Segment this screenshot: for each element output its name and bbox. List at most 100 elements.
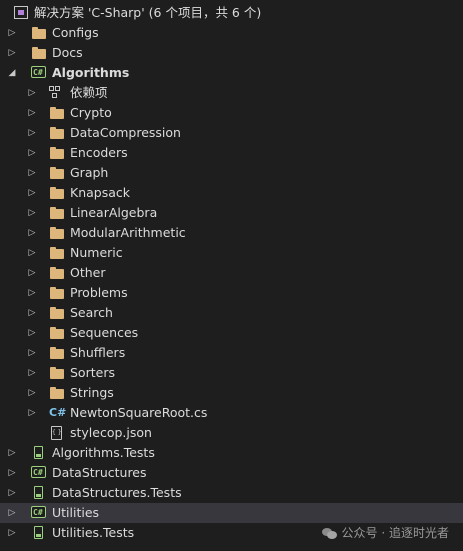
tree-item-label: Docs bbox=[52, 45, 83, 60]
solution-icon bbox=[14, 6, 28, 19]
tree-item-algorithms-tests[interactable]: ▷ Algorithms.Tests bbox=[0, 443, 463, 463]
chevron-right-icon[interactable]: ▷ bbox=[26, 303, 38, 323]
folder-icon bbox=[49, 226, 65, 240]
folder-icon bbox=[49, 286, 65, 300]
tree-item-label: Algorithms bbox=[52, 65, 130, 80]
watermark-text: 公众号 · 追逐时光者 bbox=[341, 526, 449, 540]
chevron-right-icon[interactable]: ▷ bbox=[6, 523, 18, 543]
json-file-icon: { } bbox=[51, 426, 62, 440]
chevron-right-icon[interactable]: ▷ bbox=[26, 403, 38, 423]
chevron-right-icon[interactable]: ▷ bbox=[26, 363, 38, 383]
tree-item-encoders[interactable]: ▷ Encoders bbox=[0, 143, 463, 163]
folder-icon bbox=[49, 146, 65, 160]
folder-icon bbox=[31, 26, 47, 40]
tree-item-other[interactable]: ▷ Other bbox=[0, 263, 463, 283]
folder-icon bbox=[31, 46, 47, 60]
tree-item-strings[interactable]: ▷ Strings bbox=[0, 383, 463, 403]
tree-item-modulararithmetic[interactable]: ▷ ModularArithmetic bbox=[0, 223, 463, 243]
dependencies-icon bbox=[49, 86, 65, 100]
chevron-right-icon[interactable]: ▷ bbox=[26, 343, 38, 363]
chevron-right-icon[interactable]: ▷ bbox=[26, 203, 38, 223]
chevron-right-icon[interactable]: ▷ bbox=[6, 23, 18, 43]
chevron-right-icon[interactable]: ▷ bbox=[6, 483, 18, 503]
tree-item-shufflers[interactable]: ▷ Shufflers bbox=[0, 343, 463, 363]
chevron-right-icon[interactable]: ▷ bbox=[26, 103, 38, 123]
tree-item-label: Encoders bbox=[70, 145, 128, 160]
chevron-right-icon[interactable]: ▷ bbox=[26, 263, 38, 283]
chevron-right-icon[interactable]: ▷ bbox=[26, 143, 38, 163]
tree-item-label: Problems bbox=[70, 285, 128, 300]
tree-item-label: Shufflers bbox=[70, 345, 126, 360]
tree-item-label: Sequences bbox=[70, 325, 139, 340]
tree-item-label: Crypto bbox=[70, 105, 112, 120]
tree-item-datastructures-tests[interactable]: ▷ DataStructures.Tests bbox=[0, 483, 463, 503]
tree-item-label: DataStructures.Tests bbox=[52, 485, 182, 500]
tree-item-newtonsquareroot[interactable]: ▷ C# NewtonSquareRoot.cs bbox=[0, 403, 463, 423]
tree-item-graph[interactable]: ▷ Graph bbox=[0, 163, 463, 183]
folder-icon bbox=[49, 206, 65, 220]
folder-icon bbox=[49, 186, 65, 200]
tree-item-datastructures[interactable]: ▷ C# DataStructures bbox=[0, 463, 463, 483]
solution-label: 解决方案 'C-Sharp' (6 个项目，共 6 个) bbox=[34, 5, 262, 20]
chevron-right-icon[interactable]: ▷ bbox=[26, 83, 38, 103]
folder-icon bbox=[49, 166, 65, 180]
tree-item-label: Other bbox=[70, 265, 106, 280]
chevron-right-icon[interactable]: ▷ bbox=[26, 383, 38, 403]
chevron-right-icon[interactable]: ▷ bbox=[26, 123, 38, 143]
tree-item-problems[interactable]: ▷ Problems bbox=[0, 283, 463, 303]
chevron-right-icon[interactable]: ▷ bbox=[6, 463, 18, 483]
folder-icon bbox=[49, 346, 65, 360]
chevron-right-icon[interactable]: ▷ bbox=[26, 243, 38, 263]
tree-item-sequences[interactable]: ▷ Sequences bbox=[0, 323, 463, 343]
tree-item-label: Algorithms.Tests bbox=[52, 445, 155, 460]
tree-item-label: Strings bbox=[70, 385, 114, 400]
test-project-icon bbox=[31, 526, 47, 540]
folder-icon bbox=[49, 246, 65, 260]
tree-item-label: DataStructures bbox=[52, 465, 147, 480]
folder-icon bbox=[49, 326, 65, 340]
csharp-project-icon: C# bbox=[31, 466, 46, 478]
tree-item-crypto[interactable]: ▷ Crypto bbox=[0, 103, 463, 123]
chevron-right-icon[interactable]: ▷ bbox=[26, 223, 38, 243]
tree-item-label: Graph bbox=[70, 165, 109, 180]
tree-item-search[interactable]: ▷ Search bbox=[0, 303, 463, 323]
tree-item-configs[interactable]: ▷ Configs bbox=[0, 23, 463, 43]
chevron-right-icon[interactable]: ▷ bbox=[6, 43, 18, 63]
tree-item-docs[interactable]: ▷ Docs bbox=[0, 43, 463, 63]
wechat-icon bbox=[321, 527, 338, 541]
tree-item-numeric[interactable]: ▷ Numeric bbox=[0, 243, 463, 263]
test-project-icon bbox=[31, 486, 47, 500]
tree-item-knapsack[interactable]: ▷ Knapsack bbox=[0, 183, 463, 203]
tree-item-label: 依赖项 bbox=[70, 85, 108, 100]
tree-item-stylecop[interactable]: { } stylecop.json bbox=[0, 423, 463, 443]
chevron-right-icon[interactable]: ▷ bbox=[6, 443, 18, 463]
solution-node[interactable]: 解决方案 'C-Sharp' (6 个项目，共 6 个) bbox=[0, 3, 463, 23]
tree-item-label: DataCompression bbox=[70, 125, 181, 140]
tree-item-linearalgebra[interactable]: ▷ LinearAlgebra bbox=[0, 203, 463, 223]
tree-item-dependencies[interactable]: ▷ 依赖项 bbox=[0, 83, 463, 103]
test-project-icon bbox=[31, 446, 47, 460]
tree-item-algorithms[interactable]: ◢ C# Algorithms bbox=[0, 63, 463, 83]
folder-icon bbox=[49, 106, 65, 120]
solution-explorer-tree: 解决方案 'C-Sharp' (6 个项目，共 6 个) ▷ Configs ▷… bbox=[0, 3, 463, 543]
csharp-project-icon: C# bbox=[31, 506, 46, 518]
chevron-right-icon[interactable]: ▷ bbox=[6, 503, 18, 523]
tree-item-label: Search bbox=[70, 305, 113, 320]
tree-item-datacompression[interactable]: ▷ DataCompression bbox=[0, 123, 463, 143]
folder-icon bbox=[49, 386, 65, 400]
tree-item-label: Configs bbox=[52, 25, 99, 40]
tree-item-label: Sorters bbox=[70, 365, 115, 380]
chevron-right-icon[interactable]: ▷ bbox=[26, 323, 38, 343]
tree-item-label: ModularArithmetic bbox=[70, 225, 186, 240]
tree-item-sorters[interactable]: ▷ Sorters bbox=[0, 363, 463, 383]
folder-icon bbox=[49, 306, 65, 320]
csharp-project-icon: C# bbox=[31, 66, 46, 78]
tree-item-label: Utilities.Tests bbox=[52, 525, 135, 540]
tree-item-label: NewtonSquareRoot.cs bbox=[70, 405, 208, 420]
chevron-right-icon[interactable]: ▷ bbox=[26, 183, 38, 203]
chevron-right-icon[interactable]: ▷ bbox=[26, 163, 38, 183]
chevron-right-icon[interactable]: ▷ bbox=[26, 283, 38, 303]
chevron-down-icon[interactable]: ◢ bbox=[6, 63, 18, 83]
csharp-file-icon: C# bbox=[49, 406, 67, 419]
tree-item-utilities[interactable]: ▷ C# Utilities bbox=[0, 503, 463, 523]
